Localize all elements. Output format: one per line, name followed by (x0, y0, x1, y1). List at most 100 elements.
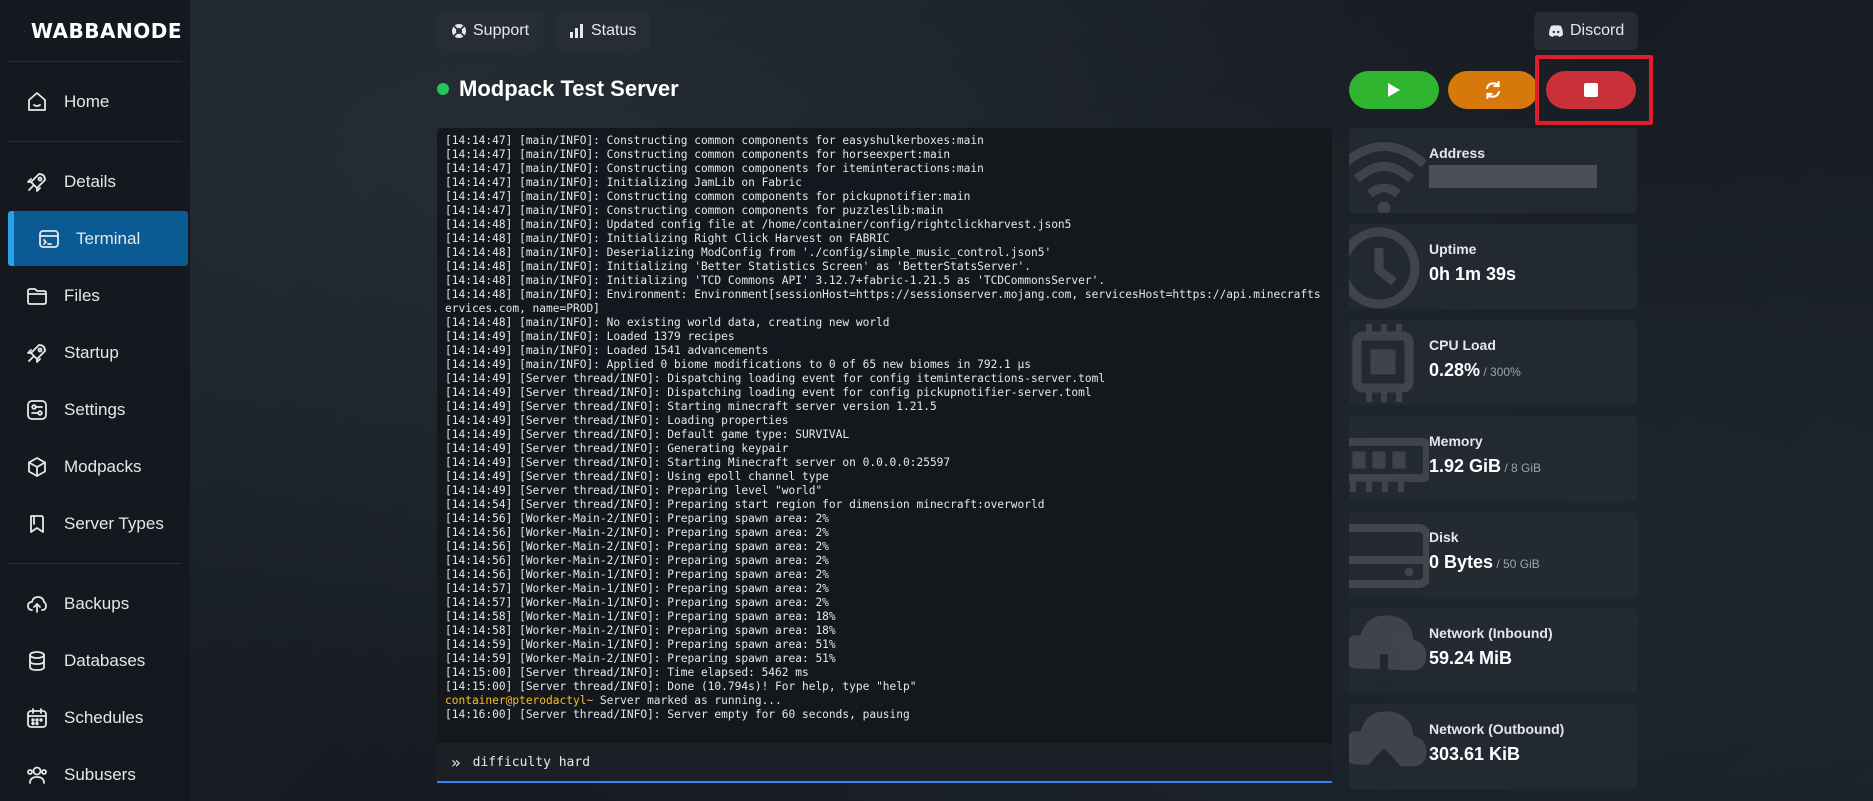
terminal-line: [14:14:49] [Server thread/INFO]: Startin… (445, 456, 951, 469)
sidebar-item-schedules[interactable]: Schedules (8, 690, 182, 745)
sidebar-item-label: Databases (64, 650, 146, 670)
home-icon (24, 89, 50, 115)
terminal-line: [14:14:48] [main/INFO]: No existing worl… (445, 316, 890, 329)
stat-label: Uptime (1429, 241, 1477, 257)
play-icon (1388, 83, 1400, 97)
terminal-line: [14:14:54] [Server thread/INFO]: Prepari… (445, 498, 1045, 511)
sidebar-item-backups[interactable]: Backups (8, 576, 182, 631)
stop-button-highlight (1535, 55, 1653, 125)
sidebar-item-label: Modpacks (64, 456, 142, 476)
sidebar-item-settings[interactable]: Settings (8, 382, 182, 437)
terminal-line: [14:14:56] [Worker-Main-2/INFO]: Prepari… (445, 512, 829, 525)
terminal-line: [14:14:48] [main/INFO]: Initializing 'Be… (445, 260, 1031, 273)
stat-card-network-outbound: Network (Outbound) 303.61 KiB (1349, 704, 1637, 789)
terminal-console[interactable]: [14:14:47] [main/INFO]: Constructing com… (437, 128, 1332, 743)
terminal-line: [14:14:59] [Worker-Main-2/INFO]: Prepari… (445, 652, 836, 665)
terminal-line: [14:14:48] [main/INFO]: Environment: Env… (445, 288, 1321, 315)
nav-group-data: Backups Databases Schedules Subusers (8, 564, 182, 801)
terminal-line: [14:14:58] [Worker-Main-1/INFO]: Prepari… (445, 610, 836, 623)
stat-value: 59.24 MiB (1429, 648, 1513, 668)
sidebar-item-modpacks[interactable]: Modpacks (8, 439, 182, 494)
command-input[interactable] (472, 754, 1273, 770)
sidebar-item-subusers[interactable]: Subusers (8, 747, 182, 801)
terminal-line: [14:14:56] [Worker-Main-2/INFO]: Prepari… (445, 540, 829, 553)
stat-label: Disk (1429, 529, 1459, 545)
clock-icon (1349, 224, 1429, 309)
discord-button[interactable]: Discord (1534, 12, 1639, 50)
stat-card-uptime: Uptime 0h 1m 39s (1349, 224, 1637, 309)
rocket-icon (24, 169, 50, 195)
stat-card-memory: Memory 1.92 GiB / 8 GiB (1349, 416, 1637, 501)
stat-label: Memory (1429, 433, 1483, 449)
terminal-prompt: container@pterodactyl~ (445, 694, 594, 707)
stat-limit: / 300% (1480, 365, 1521, 379)
brand-name: WABBANODE (30, 18, 182, 43)
terminal-line: [14:14:47] [main/INFO]: Constructing com… (445, 204, 944, 217)
support-button[interactable]: Support (437, 12, 544, 50)
sidebar-item-label: Files (64, 285, 100, 305)
terminal-line: [14:14:49] [Server thread/INFO]: Prepari… (445, 484, 823, 497)
terminal-line: [14:14:48] [main/INFO]: Deserializing Mo… (445, 246, 1052, 259)
cube-icon (24, 454, 50, 480)
cloud-upload-icon (24, 591, 50, 617)
sidebar-item-server-types[interactable]: Server Types (8, 496, 182, 551)
terminal-line: [14:14:49] [Server thread/INFO]: Generat… (445, 442, 789, 455)
sidebar-item-label: Backups (64, 593, 130, 613)
chevrons-right-icon: » (451, 752, 461, 772)
status-button[interactable]: Status (555, 12, 651, 50)
cloud-download-icon (1349, 608, 1429, 693)
terminal-line: [14:14:47] [main/INFO]: Constructing com… (445, 162, 984, 175)
nav-group-server: Details Terminal Files Startup Settings (8, 142, 188, 564)
bar-chart-icon (570, 24, 583, 38)
terminal-line: [14:16:00] [Server thread/INFO]: Server … (445, 708, 910, 721)
terminal-line: [14:14:49] [Server thread/INFO]: Startin… (445, 400, 937, 413)
stat-label: Network (Inbound) (1429, 625, 1553, 641)
terminal-line: [14:14:49] [Server thread/INFO]: Using e… (445, 470, 829, 483)
terminal-line: [14:14:48] [main/INFO]: Initializing Rig… (445, 232, 890, 245)
sidebar-item-label: Server Types (64, 513, 164, 533)
stat-limit: / 50 GiB (1493, 557, 1540, 571)
stat-card-disk: Disk 0 Bytes / 50 GiB (1349, 512, 1637, 597)
stat-value: 0 Bytes / 50 GiB (1429, 552, 1540, 572)
sidebar-item-databases[interactable]: Databases (8, 633, 182, 688)
users-icon (24, 762, 50, 788)
terminal-line: [14:15:00] [Server thread/INFO]: Time el… (445, 666, 809, 679)
stat-label: Network (Outbound) (1429, 721, 1565, 737)
terminal-line: [14:14:49] [main/INFO]: Loaded 1379 reci… (445, 330, 735, 343)
sidebar-item-startup[interactable]: Startup (8, 325, 182, 380)
stat-value: 303.61 KiB (1429, 744, 1521, 764)
terminal-line: [14:14:47] [main/INFO]: Constructing com… (445, 148, 951, 161)
command-bar: » (437, 743, 1332, 783)
stat-card-cpu-load: CPU Load 0.28% / 300% (1349, 320, 1637, 405)
sidebar: WABBANODE Home Details Terminal Files St… (0, 0, 190, 801)
terminal-line: [14:14:56] [Worker-Main-2/INFO]: Prepari… (445, 554, 829, 567)
sidebar-item-files[interactable]: Files (8, 268, 182, 323)
status-label: Status (591, 22, 637, 39)
restart-button[interactable] (1448, 71, 1538, 109)
brand[interactable]: WABBANODE (8, 0, 182, 62)
terminal-output: [14:14:47] [main/INFO]: Constructing com… (445, 134, 1324, 724)
terminal-line: [14:14:57] [Worker-Main-1/INFO]: Prepari… (445, 596, 829, 609)
bookmark-icon (24, 511, 50, 537)
sidebar-item-label: Details (64, 171, 116, 191)
sidebar-item-terminal[interactable]: Terminal (8, 211, 188, 266)
sidebar-item-label: Home (64, 91, 110, 111)
terminal-line: [14:14:47] [main/INFO]: Initializing Jam… (445, 176, 802, 189)
terminal-line: [14:14:59] [Worker-Main-1/INFO]: Prepari… (445, 638, 836, 651)
terminal-line: [14:14:49] [main/INFO]: Loaded 1541 adva… (445, 344, 769, 357)
terminal-line: [14:14:47] [main/INFO]: Constructing com… (445, 134, 984, 147)
stat-card-network-inbound: Network (Inbound) 59.24 MiB (1349, 608, 1637, 693)
stat-value: 1.92 GiB / 8 GiB (1429, 456, 1542, 476)
start-button[interactable] (1349, 71, 1439, 109)
sidebar-item-home[interactable]: Home (8, 74, 182, 129)
stat-value: 0h 1m 39s (1429, 264, 1517, 284)
discord-icon (1549, 25, 1563, 37)
redacted-address (1429, 165, 1597, 188)
nav-group-main: Home (8, 62, 182, 142)
sidebar-item-details[interactable]: Details (8, 154, 182, 209)
stat-label: CPU Load (1429, 337, 1496, 353)
stat-limit: / 8 GiB (1501, 461, 1542, 475)
sidebar-item-label: Schedules (64, 707, 144, 727)
rocket-icon (24, 340, 50, 366)
memory-icon (1349, 416, 1431, 501)
